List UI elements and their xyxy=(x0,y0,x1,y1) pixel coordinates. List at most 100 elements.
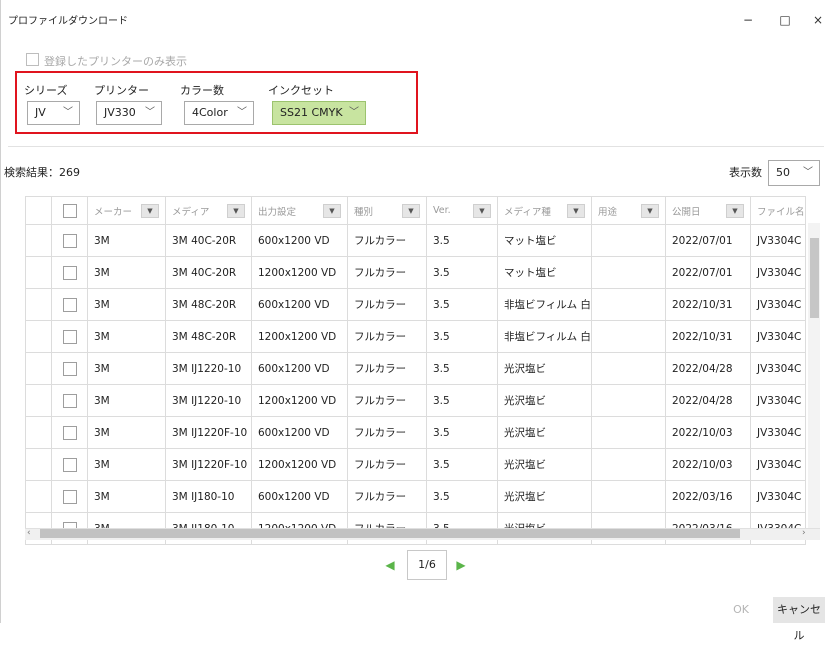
table-row[interactable]: 3M 3M 40C-20R 600x1200 VD フルカラー 3.5 マット塩… xyxy=(25,224,806,257)
cell-file: JV3304C xyxy=(750,224,806,257)
cell-media: 3M IJ1220F-10 xyxy=(165,448,252,481)
scroll-right-icon[interactable]: › xyxy=(802,528,806,538)
row-indicator xyxy=(25,256,52,289)
cell-media-type: 光沢塩ビ xyxy=(497,352,592,385)
printer-select[interactable]: JV330 ﹀ xyxy=(96,101,162,125)
cell-media: 3M IJ1220-10 xyxy=(165,384,252,417)
table-row[interactable]: 3M 3M 40C-20R 1200x1200 VD フルカラー 3.5 マット… xyxy=(25,256,806,289)
minimize-button[interactable]: − xyxy=(736,10,760,30)
filter-dropdown-icon[interactable]: ▼ xyxy=(402,204,420,218)
cell-output: 600x1200 VD xyxy=(251,288,348,321)
select-all-checkbox[interactable] xyxy=(62,203,77,218)
column-header-ver[interactable]: Ver. ▼ xyxy=(426,196,498,225)
registered-only-checkbox[interactable] xyxy=(26,53,39,66)
table-row[interactable]: 3M 3M IJ1220-10 600x1200 VD フルカラー 3.5 光沢… xyxy=(25,352,806,385)
cell-type: フルカラー xyxy=(347,416,427,449)
filter-dropdown-icon[interactable]: ▼ xyxy=(323,204,341,218)
row-checkbox[interactable] xyxy=(62,233,77,248)
cell-file: JV3304C xyxy=(750,384,806,417)
column-header-label: 公開日 xyxy=(672,206,701,218)
column-header-date[interactable]: 公開日 ▼ xyxy=(665,196,751,225)
column-header-output[interactable]: 出力設定 ▼ xyxy=(251,196,348,225)
filter-dropdown-icon[interactable]: ▼ xyxy=(141,204,159,218)
scroll-left-icon[interactable]: ‹ xyxy=(27,528,31,538)
cell-output: 600x1200 VD xyxy=(251,224,348,257)
chevron-down-icon: ﹀ xyxy=(145,107,155,118)
filter-dropdown-icon[interactable]: ▼ xyxy=(473,204,491,218)
cell-output: 1200x1200 VD xyxy=(251,256,348,289)
filter-dropdown-icon[interactable]: ▼ xyxy=(641,204,659,218)
column-header-type[interactable]: 種別 ▼ xyxy=(347,196,427,225)
display-count-value: 50 xyxy=(776,166,790,179)
row-checkbox-cell xyxy=(51,288,88,321)
table-row[interactable]: 3M 3M 48C-20R 600x1200 VD フルカラー 3.5 非塩ビフ… xyxy=(25,288,806,321)
row-checkbox-cell xyxy=(51,448,88,481)
cell-output: 1200x1200 VD xyxy=(251,448,348,481)
cell-output: 600x1200 VD xyxy=(251,352,348,385)
row-checkbox[interactable] xyxy=(62,297,77,312)
cell-ver: 3.5 xyxy=(426,224,498,257)
row-checkbox[interactable] xyxy=(62,393,77,408)
column-header-media[interactable]: メディア ▼ xyxy=(165,196,252,225)
table-row[interactable]: 3M 3M IJ1220F-10 600x1200 VD フルカラー 3.5 光… xyxy=(25,416,806,449)
cancel-button[interactable]: キャンセル xyxy=(773,597,825,642)
cell-output: 1200x1200 VD xyxy=(251,384,348,417)
column-header-use[interactable]: 用途 ▼ xyxy=(591,196,666,225)
horizontal-scroll-thumb[interactable] xyxy=(40,529,740,538)
row-checkbox[interactable] xyxy=(62,265,77,280)
cell-ver: 3.5 xyxy=(426,320,498,353)
cell-maker: 3M xyxy=(87,448,166,481)
cell-maker: 3M xyxy=(87,224,166,257)
maximize-button[interactable]: □ xyxy=(773,10,797,30)
inkset-select[interactable]: SS21 CMYK ﹀ xyxy=(272,101,366,125)
column-header-file[interactable]: ファイル名 xyxy=(750,196,806,225)
row-indicator xyxy=(25,352,52,385)
row-checkbox-cell xyxy=(51,224,88,257)
row-checkbox[interactable] xyxy=(62,361,77,376)
cell-file: JV3304C xyxy=(750,416,806,449)
series-select[interactable]: JV ﹀ xyxy=(27,101,80,125)
window-title: プロファイルダウンロード xyxy=(8,16,128,27)
row-indicator xyxy=(25,288,52,321)
row-checkbox-cell xyxy=(51,320,88,353)
row-checkbox[interactable] xyxy=(62,425,77,440)
cell-date: 2022/07/01 xyxy=(665,256,751,289)
ok-button[interactable]: OK xyxy=(727,597,755,623)
filter-dropdown-icon[interactable]: ▼ xyxy=(567,204,585,218)
previous-page-icon[interactable]: ◀ xyxy=(380,555,400,575)
colors-select[interactable]: 4Color ﹀ xyxy=(184,101,254,125)
row-checkbox-cell xyxy=(51,480,88,513)
display-count-label: 表示数 xyxy=(729,166,762,179)
cell-date: 2022/04/28 xyxy=(665,384,751,417)
filter-dropdown-icon[interactable]: ▼ xyxy=(227,204,245,218)
cell-media: 3M IJ180-10 xyxy=(165,480,252,513)
column-header-maker[interactable]: メーカー ▼ xyxy=(87,196,166,225)
cell-maker: 3M xyxy=(87,416,166,449)
row-checkbox[interactable] xyxy=(62,489,77,504)
page-indicator: 1/6 xyxy=(407,550,447,580)
cell-ver: 3.5 xyxy=(426,416,498,449)
table-row[interactable]: 3M 3M IJ1220F-10 1200x1200 VD フルカラー 3.5 … xyxy=(25,448,806,481)
table-row[interactable]: 3M 3M 48C-20R 1200x1200 VD フルカラー 3.5 非塩ビ… xyxy=(25,320,806,353)
filter-dropdown-icon[interactable]: ▼ xyxy=(726,204,744,218)
row-checkbox-cell xyxy=(51,256,88,289)
cell-media-type: マット塩ビ xyxy=(497,224,592,257)
display-count-select[interactable]: 50 ﹀ xyxy=(768,160,820,186)
cell-type: フルカラー xyxy=(347,480,427,513)
close-button[interactable]: × xyxy=(806,10,825,30)
table-row[interactable]: 3M 3M IJ180-10 600x1200 VD フルカラー 3.5 光沢塩… xyxy=(25,480,806,513)
table-row[interactable]: 3M 3M IJ1220-10 1200x1200 VD フルカラー 3.5 光… xyxy=(25,384,806,417)
cell-date: 2022/10/03 xyxy=(665,448,751,481)
column-header-media-type[interactable]: メディア種 ▼ xyxy=(497,196,592,225)
vertical-scroll-thumb[interactable] xyxy=(810,238,819,318)
row-checkbox[interactable] xyxy=(62,457,77,472)
cell-media-type: 非塩ビフィルム 白 xyxy=(497,320,592,353)
cell-maker: 3M xyxy=(87,288,166,321)
next-page-icon[interactable]: ▶ xyxy=(451,555,471,575)
row-checkbox[interactable] xyxy=(62,329,77,344)
cell-output: 600x1200 VD xyxy=(251,480,348,513)
column-header-label: メディア種 xyxy=(504,206,551,218)
cell-ver: 3.5 xyxy=(426,384,498,417)
colors-label: カラー数 xyxy=(180,84,224,97)
cell-output: 600x1200 VD xyxy=(251,416,348,449)
